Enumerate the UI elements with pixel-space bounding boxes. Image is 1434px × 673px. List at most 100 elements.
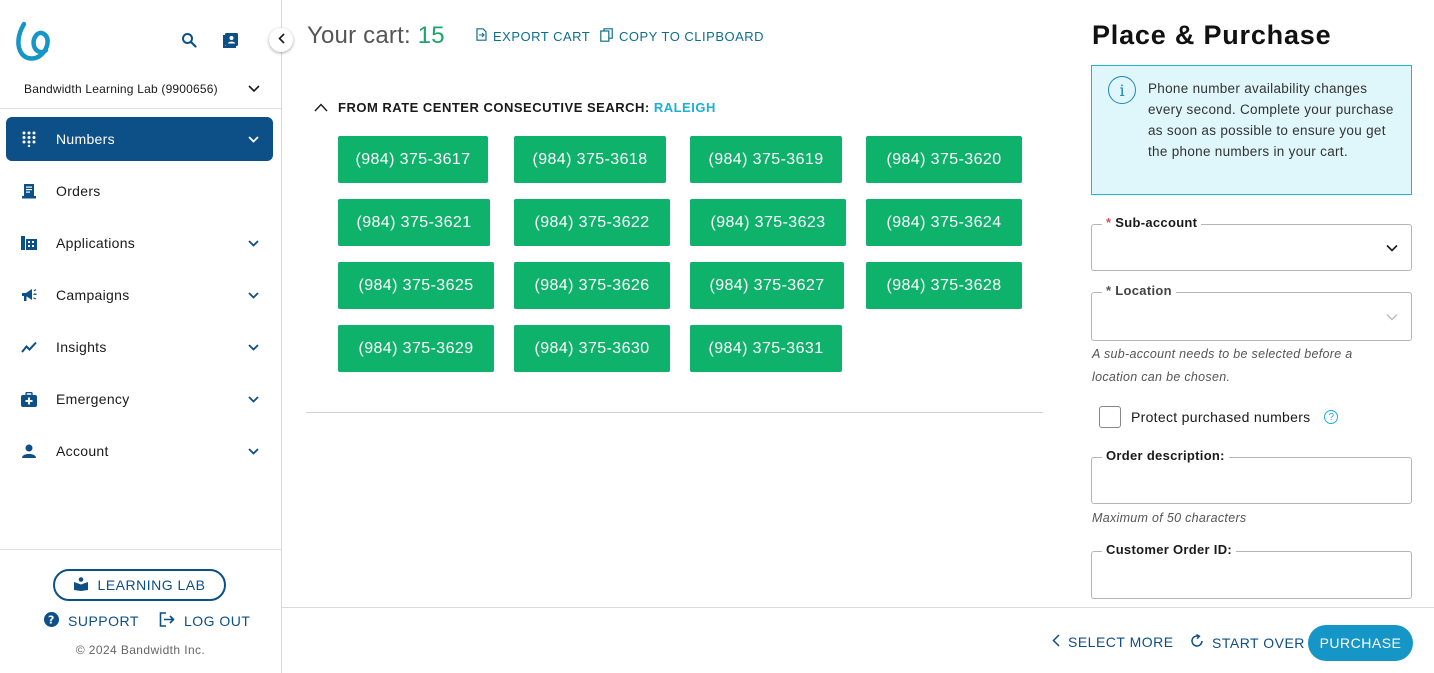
- phone-number-chip[interactable]: (984) 375-3624: [866, 199, 1022, 246]
- nav-item-applications[interactable]: Applications: [6, 221, 273, 265]
- protect-numbers-row: Protect purchased numbers ?: [1099, 406, 1339, 428]
- sidebar: Bandwidth Learning Lab (9900656) Numbers…: [0, 0, 282, 673]
- phone-number-chip[interactable]: (984) 375-3622: [514, 199, 670, 246]
- cart-group-header[interactable]: FROM RATE CENTER CONSECUTIVE SEARCH: RAL…: [314, 100, 716, 115]
- phone-number-chip[interactable]: (984) 375-3621: [338, 199, 490, 246]
- nav-item-account[interactable]: Account: [6, 429, 273, 473]
- cart-title-label: Your cart:: [307, 22, 411, 49]
- customer-order-id-label: Customer Order ID:: [1102, 542, 1237, 557]
- svg-text:?: ?: [48, 613, 55, 626]
- chevron-down-icon: [1385, 310, 1399, 324]
- logout-label: LOG OUT: [183, 613, 251, 629]
- megaphone-icon: [20, 286, 38, 304]
- learning-lab-button[interactable]: LEARNING LAB: [53, 569, 226, 601]
- phone-number-chip[interactable]: (984) 375-3625: [338, 262, 494, 309]
- nav-label: Insights: [56, 339, 107, 355]
- phone-number-chip[interactable]: (984) 375-3629: [338, 325, 494, 372]
- location-select[interactable]: * Location: [1091, 283, 1412, 341]
- support-label: SUPPORT: [68, 613, 139, 629]
- file-export-icon: [476, 28, 487, 44]
- subaccount-label: * Sub-account: [1102, 215, 1202, 230]
- medical-kit-icon: [20, 390, 38, 408]
- chevron-down-icon: [245, 131, 261, 147]
- nav-label: Numbers: [56, 131, 115, 147]
- phone-number-chip[interactable]: (984) 375-3618: [514, 136, 666, 183]
- export-cart-label: EXPORT CART: [493, 28, 591, 44]
- support-link[interactable]: ? SUPPORT: [44, 612, 139, 630]
- person-icon: [20, 442, 38, 460]
- app: Bandwidth Learning Lab (9900656) Numbers…: [0, 0, 1434, 673]
- export-cart-link[interactable]: EXPORT CART: [476, 28, 590, 44]
- phone-number-chip[interactable]: (984) 375-3631: [690, 325, 842, 372]
- protect-numbers-checkbox[interactable]: [1099, 406, 1121, 428]
- chevron-up-icon: [314, 100, 328, 115]
- nav-item-insights[interactable]: Insights: [6, 325, 273, 369]
- phone-number-chip[interactable]: (984) 375-3623: [690, 199, 846, 246]
- phone-number-chip[interactable]: (984) 375-3630: [514, 325, 670, 372]
- nav-label: Applications: [56, 235, 136, 251]
- phone-number-chip[interactable]: (984) 375-3627: [690, 262, 844, 309]
- customer-order-id-input[interactable]: Customer Order ID:: [1091, 542, 1412, 599]
- info-text: Phone number availability changes every …: [1148, 81, 1394, 159]
- nav-label: Emergency: [56, 391, 130, 407]
- nav-label: Orders: [56, 183, 101, 199]
- protect-numbers-label: Protect purchased numbers: [1131, 409, 1311, 425]
- account-switcher[interactable]: Bandwidth Learning Lab (9900656): [24, 78, 260, 100]
- search-icon[interactable]: [179, 30, 199, 50]
- learning-lab-label: LEARNING LAB: [97, 577, 206, 593]
- refresh-icon: [1190, 633, 1204, 651]
- chevron-down-icon: [1385, 241, 1399, 255]
- group-city: RALEIGH: [653, 100, 716, 115]
- order-description-label: Order description:: [1102, 448, 1229, 463]
- book-icon: [73, 576, 88, 594]
- nav-item-campaigns[interactable]: Campaigns: [6, 273, 273, 317]
- action-bar: SELECT MORE START OVER PURCHASE: [282, 607, 1434, 673]
- order-description-help: Maximum of 50 characters: [1092, 511, 1247, 525]
- chevron-left-icon: [1052, 634, 1060, 650]
- select-more-button[interactable]: SELECT MORE: [1052, 634, 1174, 650]
- bandwidth-logo[interactable]: [14, 20, 54, 62]
- location-label: * Location: [1102, 283, 1176, 298]
- phone-number-chip[interactable]: (984) 375-3628: [866, 262, 1022, 309]
- help-icon[interactable]: ?: [1324, 410, 1339, 424]
- divider: [0, 549, 281, 550]
- copy-icon: [600, 28, 613, 45]
- phone-number-chip[interactable]: (984) 375-3617: [338, 136, 488, 183]
- nav-label: Account: [56, 443, 109, 459]
- logout-link[interactable]: LOG OUT: [159, 612, 251, 630]
- nav-label: Campaigns: [56, 287, 130, 303]
- divider: [306, 412, 1043, 413]
- subaccount-select[interactable]: * Sub-account: [1091, 215, 1412, 271]
- chevron-down-icon: [248, 82, 260, 96]
- nav-item-orders[interactable]: Orders: [6, 169, 273, 213]
- cart-count: 15: [417, 22, 445, 49]
- collapse-sidebar-button[interactable]: [269, 28, 293, 52]
- logout-icon: [159, 612, 175, 630]
- group-label: FROM RATE CENTER CONSECUTIVE SEARCH:: [338, 100, 650, 115]
- sidebar-footer-links: ? SUPPORT LOG OUT: [44, 612, 250, 630]
- purchase-button[interactable]: PURCHASE: [1308, 625, 1413, 661]
- phone-number-chip[interactable]: (984) 375-3626: [514, 262, 670, 309]
- chart-line-icon: [20, 338, 38, 356]
- phone-number-chip[interactable]: (984) 375-3619: [690, 136, 842, 183]
- chevron-down-icon: [245, 339, 261, 355]
- chevron-down-icon: [245, 443, 261, 459]
- copy-clipboard-label: COPY TO CLIPBOARD: [619, 29, 765, 44]
- nav-item-numbers[interactable]: Numbers: [6, 117, 273, 161]
- orders-icon: [20, 182, 38, 200]
- phone-number-chip[interactable]: (984) 375-3620: [866, 136, 1022, 183]
- info-icon: i: [1108, 76, 1136, 104]
- cart-title: Your cart: 15: [307, 22, 445, 50]
- nav-item-emergency[interactable]: Emergency: [6, 377, 273, 421]
- copy-clipboard-link[interactable]: COPY TO CLIPBOARD: [600, 28, 764, 45]
- applications-icon: [20, 234, 38, 252]
- main-nav: Numbers Orders Applications Campaigns In…: [6, 117, 273, 481]
- select-more-label: SELECT MORE: [1068, 634, 1174, 650]
- dialpad-icon: [20, 130, 38, 148]
- info-alert: i Phone number availability changes ever…: [1091, 65, 1412, 195]
- help-circle-icon: ?: [44, 612, 59, 630]
- start-over-button[interactable]: START OVER: [1190, 633, 1305, 651]
- start-over-label: START OVER: [1212, 634, 1305, 651]
- contacts-book-icon[interactable]: [220, 30, 240, 50]
- order-description-input[interactable]: Order description:: [1091, 448, 1412, 504]
